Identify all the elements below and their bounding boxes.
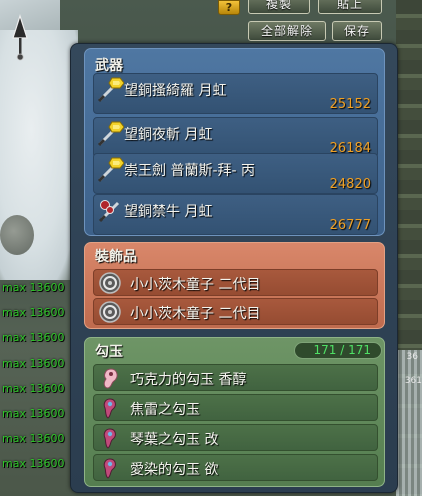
magatama-blue-icon bbox=[103, 398, 116, 419]
hp-max-label: max 13600 bbox=[2, 457, 65, 471]
section-title: 勾玉 bbox=[95, 344, 123, 360]
ring-icon bbox=[99, 272, 121, 294]
weapon-value: 24820 bbox=[329, 177, 371, 192]
weapon-slot[interactable]: 望銅夜斬 月虹 26184 bbox=[93, 117, 378, 158]
accessory-section: 裝飾品 小小茨木童子 二代目 小小茨木童子 二代目 bbox=[84, 242, 385, 329]
jewel-slot[interactable]: 焦雷之勾玉 bbox=[93, 394, 378, 421]
fence-snow bbox=[396, 350, 422, 496]
hp-max-label: max 13600 bbox=[2, 331, 65, 345]
party-hp-list: max 13600 max 13600 max 13600 max 13600 … bbox=[0, 275, 70, 477]
magatama-blue-icon bbox=[103, 428, 116, 449]
hp-max-label: max 13600 bbox=[2, 356, 65, 370]
sword-gem-icon bbox=[97, 121, 124, 147]
weapon-slot[interactable]: 崇王劍 普蘭斯-拜- 丙 24820 bbox=[93, 153, 378, 194]
hp-max-label: max 13600 bbox=[2, 281, 65, 294]
background-number: 36 bbox=[406, 352, 418, 362]
magatama-blue-icon bbox=[103, 458, 116, 479]
background-number: 361 bbox=[404, 376, 422, 386]
character-shadow bbox=[0, 215, 34, 255]
ring-icon bbox=[99, 301, 121, 323]
jewel-slot[interactable]: 琴葉之勾玉 改 bbox=[93, 424, 378, 451]
mouse-cursor-icon bbox=[12, 14, 28, 61]
red-sword-icon bbox=[98, 200, 120, 223]
section-title: 裝飾品 bbox=[95, 249, 137, 265]
accessory-slot[interactable]: 小小茨木童子 二代目 bbox=[93, 269, 378, 296]
sword-gem-icon bbox=[97, 77, 124, 103]
hp-max-label: max 13600 bbox=[2, 306, 65, 320]
weapon-value: 25152 bbox=[329, 97, 371, 112]
magatama-pink-icon bbox=[103, 368, 118, 389]
paste-button[interactable]: 貼上 bbox=[318, 0, 382, 14]
section-title: 武器 bbox=[95, 58, 123, 74]
save-button[interactable]: 保存 bbox=[332, 21, 382, 41]
hp-max-label: max 13600 bbox=[2, 406, 65, 420]
weapon-slot[interactable]: 望銅禁牛 月虹 26777 bbox=[93, 194, 378, 235]
jewel-name: 琴葉之勾玉 改 bbox=[130, 432, 219, 448]
accessory-name: 小小茨木童子 二代目 bbox=[130, 306, 261, 322]
unequip-all-button[interactable]: 全部解除 bbox=[248, 21, 326, 41]
jewel-name: 愛染的勾玉 欲 bbox=[130, 462, 219, 478]
hp-max-label: max 13600 bbox=[2, 432, 65, 446]
jewel-name: 焦雷之勾玉 bbox=[130, 402, 200, 418]
weapon-slot[interactable]: 望銅搔綺羅 月虹 25152 bbox=[93, 73, 378, 114]
equipment-panel: 武器 望銅搔綺羅 月虹 25152 望銅夜斬 月虹 26184 崇王劍 普蘭斯-… bbox=[70, 43, 398, 493]
jewel-slot[interactable]: 愛染的勾玉 欲 bbox=[93, 454, 378, 481]
copy-button[interactable]: 複製 bbox=[248, 0, 310, 14]
weapon-name: 望銅搔綺羅 月虹 bbox=[124, 83, 227, 99]
weapon-name: 望銅禁牛 月虹 bbox=[124, 204, 213, 220]
weapon-name: 崇王劍 普蘭斯-拜- 丙 bbox=[124, 163, 256, 179]
jewel-section: 勾玉 171 / 171 巧克力的勾玉 香醇 焦雷之勾玉 琴葉之勾玉 改 愛染的… bbox=[84, 337, 385, 487]
jewel-count-badge: 171 / 171 bbox=[294, 342, 382, 359]
sword-gem-icon bbox=[97, 157, 124, 183]
jewel-name: 巧克力的勾玉 香醇 bbox=[130, 372, 247, 388]
weapon-name: 望銅夜斬 月虹 bbox=[124, 127, 213, 143]
help-button[interactable]: ? bbox=[218, 0, 240, 15]
weapon-value: 26777 bbox=[329, 218, 371, 233]
accessory-slot[interactable]: 小小茨木童子 二代目 bbox=[93, 298, 378, 325]
weapon-section: 武器 望銅搔綺羅 月虹 25152 望銅夜斬 月虹 26184 崇王劍 普蘭斯-… bbox=[84, 48, 385, 236]
hp-max-label: max 13600 bbox=[2, 381, 65, 395]
accessory-name: 小小茨木童子 二代目 bbox=[130, 277, 261, 293]
jewel-slot[interactable]: 巧克力的勾玉 香醇 bbox=[93, 364, 378, 391]
